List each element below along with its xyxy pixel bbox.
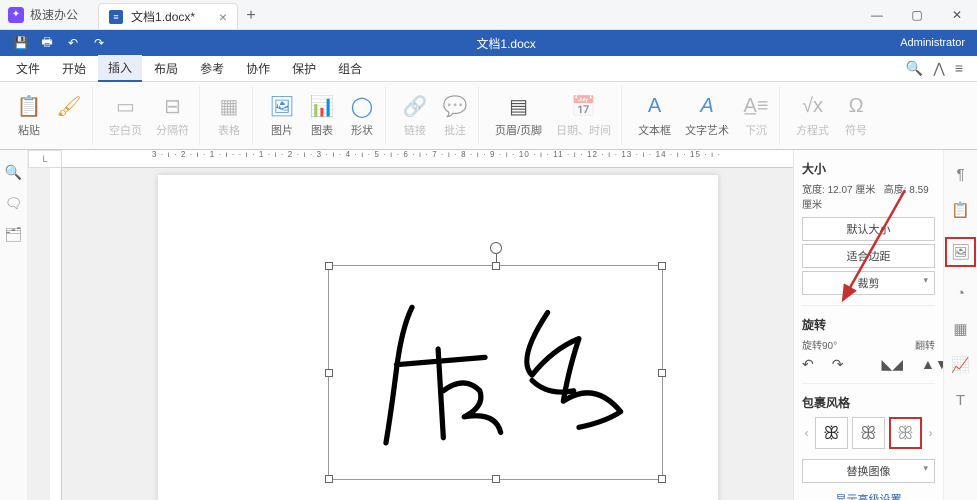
new-tab-button[interactable]: + (238, 3, 264, 29)
rotate-right-icon[interactable]: ↷ (832, 356, 844, 373)
crop-button[interactable]: 裁剪▾ (802, 271, 935, 295)
left-tool-strip: 🔍 🗨 🗂 (0, 150, 28, 500)
undo-icon[interactable]: ↶ (60, 30, 86, 56)
blank-page-button[interactable]: ▭空白页 (105, 92, 146, 140)
close-tab-icon[interactable]: × (219, 9, 227, 25)
table-properties-icon[interactable]: ▦ (953, 320, 967, 338)
image-properties-icon[interactable]: 🖼 (945, 237, 976, 267)
resize-handle-br[interactable] (658, 475, 666, 483)
menu-insert[interactable]: 插入 (98, 55, 142, 82)
size-heading: 大小 (802, 160, 935, 177)
menu-file[interactable]: 文件 (6, 56, 50, 81)
wrap-next-icon[interactable]: › (926, 426, 935, 440)
redo-icon[interactable]: ↷ (86, 30, 112, 56)
print-icon[interactable]: 🖶 (34, 30, 60, 56)
comment-tool-icon[interactable]: 🗨 (5, 195, 23, 212)
flip-horizontal-icon[interactable]: ◣◢ (881, 356, 903, 373)
text-properties-icon[interactable]: T (956, 392, 965, 409)
flip-vertical-icon[interactable]: ▲▼ (921, 356, 943, 373)
header-footer-button[interactable]: ▤页眉/页脚 (491, 92, 546, 140)
title-bar: ✦ 极速办公 ≡ 文档1.docx* × + — ▢ ✕ (0, 0, 977, 30)
default-size-button[interactable]: 默认大小 (802, 217, 935, 241)
signature-image (339, 276, 652, 464)
wrap-style-1[interactable]: ꕥ (815, 417, 848, 449)
chart-button[interactable]: 📊图表 (305, 92, 339, 140)
replace-image-button[interactable]: 替换图像▾ (802, 459, 935, 483)
brush-button[interactable]: 🖌 (52, 92, 86, 140)
resize-handle-t[interactable] (492, 262, 500, 270)
advanced-settings-link[interactable]: 显示高级设置 (802, 491, 935, 500)
resize-handle-b[interactable] (492, 475, 500, 483)
maximize-button[interactable]: ▢ (897, 0, 937, 30)
doc-icon: ≡ (109, 10, 123, 24)
search-tool-icon[interactable]: 🔍 (5, 164, 22, 181)
wrap-style-3[interactable]: ꕥ (889, 417, 922, 449)
link-button[interactable]: 🔗链接 (398, 92, 432, 140)
wrap-prev-icon[interactable]: ‹ (802, 426, 811, 440)
vertical-ruler (50, 168, 62, 500)
app-name: 极速办公 (30, 6, 78, 23)
rotate-handle[interactable] (490, 242, 502, 254)
dimensions-row: 宽度: 12.07 厘米 高度: 8.59 厘米 (802, 181, 935, 211)
wrap-style-2[interactable]: ꕥ (852, 417, 885, 449)
rotate-left-icon[interactable]: ↶ (802, 356, 814, 373)
collapse-ribbon-icon[interactable]: ⋀ (933, 60, 944, 77)
menu-reference[interactable]: 参考 (190, 56, 234, 81)
tab-title: 文档1.docx* (131, 8, 195, 25)
paste-button[interactable]: 📋粘贴 (12, 92, 46, 140)
minimize-button[interactable]: — (857, 0, 897, 30)
menu-bar: 文件 开始 插入 布局 参考 协作 保护 组合 🔍 ⋀ ≡ (0, 56, 977, 82)
table-button[interactable]: ▦表格 (212, 92, 246, 140)
fit-margin-button[interactable]: 适合边距 (802, 244, 935, 268)
close-window-button[interactable]: ✕ (937, 0, 977, 30)
resize-handle-tr[interactable] (658, 262, 666, 270)
image-selection[interactable] (328, 265, 663, 480)
horizontal-ruler: 3 · ı · 2 · ı · 1 · ı · · ı · 1 · ı · 2 … (62, 150, 793, 168)
paragraph-icon[interactable]: ¶ (956, 166, 964, 183)
equation-button[interactable]: √x方程式 (792, 92, 833, 140)
menu-collab[interactable]: 协作 (236, 56, 280, 81)
symbol-button[interactable]: Ω符号 (839, 92, 873, 140)
date-time-button[interactable]: 📅日期、时间 (552, 92, 615, 140)
menu-layout[interactable]: 布局 (144, 56, 188, 81)
document-tabs: ≡ 文档1.docx* × + (98, 0, 264, 29)
shape-button[interactable]: ◯形状 (345, 92, 379, 140)
chart-properties-icon[interactable]: 📈 (951, 356, 970, 374)
search-icon[interactable]: 🔍 (906, 60, 923, 77)
rotate-heading: 旋转 (802, 316, 935, 333)
resize-handle-tl[interactable] (325, 262, 333, 270)
menu-more-icon[interactable]: ≡ (955, 60, 963, 77)
ribbon: 📋粘贴 🖌 ▭空白页 ⊟分隔符 ▦表格 🖼图片 📊图表 ◯形状 🔗链接 💬批注 … (0, 82, 977, 150)
right-tool-strip: ¶ 📋 🖼 ◔ ▦ 📈 T (943, 150, 977, 500)
menu-protect[interactable]: 保护 (282, 56, 326, 81)
save-icon[interactable]: 💾 (8, 30, 34, 56)
shape-properties-icon[interactable]: ◔ (956, 285, 965, 302)
workspace: 🔍 🗨 🗂 L 3 · ı · 2 · ı · 1 · ı · · ı · 1 … (0, 150, 977, 500)
quick-access-bar: 💾 🖶 ↶ ↷ 文档1.docx Administrator (0, 30, 977, 56)
page-break-button[interactable]: ⊟分隔符 (152, 92, 193, 140)
user-label[interactable]: Administrator (900, 37, 969, 49)
layers-tool-icon[interactable]: 🗂 (5, 226, 23, 243)
app-icon: ✦ (8, 7, 24, 23)
resize-handle-l[interactable] (325, 369, 333, 377)
clipboard-icon[interactable]: 📋 (951, 201, 970, 219)
picture-button[interactable]: 🖼图片 (265, 92, 299, 140)
menu-group[interactable]: 组合 (328, 56, 372, 81)
comment-button[interactable]: 💬批注 (438, 92, 472, 140)
wordart-button[interactable]: A文字艺术 (681, 92, 733, 140)
wrap-heading: 包裹风格 (802, 394, 935, 411)
window-controls: — ▢ ✕ (857, 0, 977, 30)
document-tab[interactable]: ≡ 文档1.docx* × (98, 3, 238, 29)
menu-start[interactable]: 开始 (52, 56, 96, 81)
dropcap-button[interactable]: A̲≡下沉 (739, 92, 773, 140)
window-title: 文档1.docx (112, 35, 900, 52)
canvas-area[interactable]: L 3 · ı · 2 · ı · 1 · ı · · ı · 1 · ı · … (28, 150, 793, 500)
ruler-corner: L (28, 150, 62, 168)
resize-handle-r[interactable] (658, 369, 666, 377)
resize-handle-bl[interactable] (325, 475, 333, 483)
format-panel: 大小 宽度: 12.07 厘米 高度: 8.59 厘米 默认大小 适合边距 裁剪… (793, 150, 943, 500)
textbox-button[interactable]: A文本框 (634, 92, 675, 140)
